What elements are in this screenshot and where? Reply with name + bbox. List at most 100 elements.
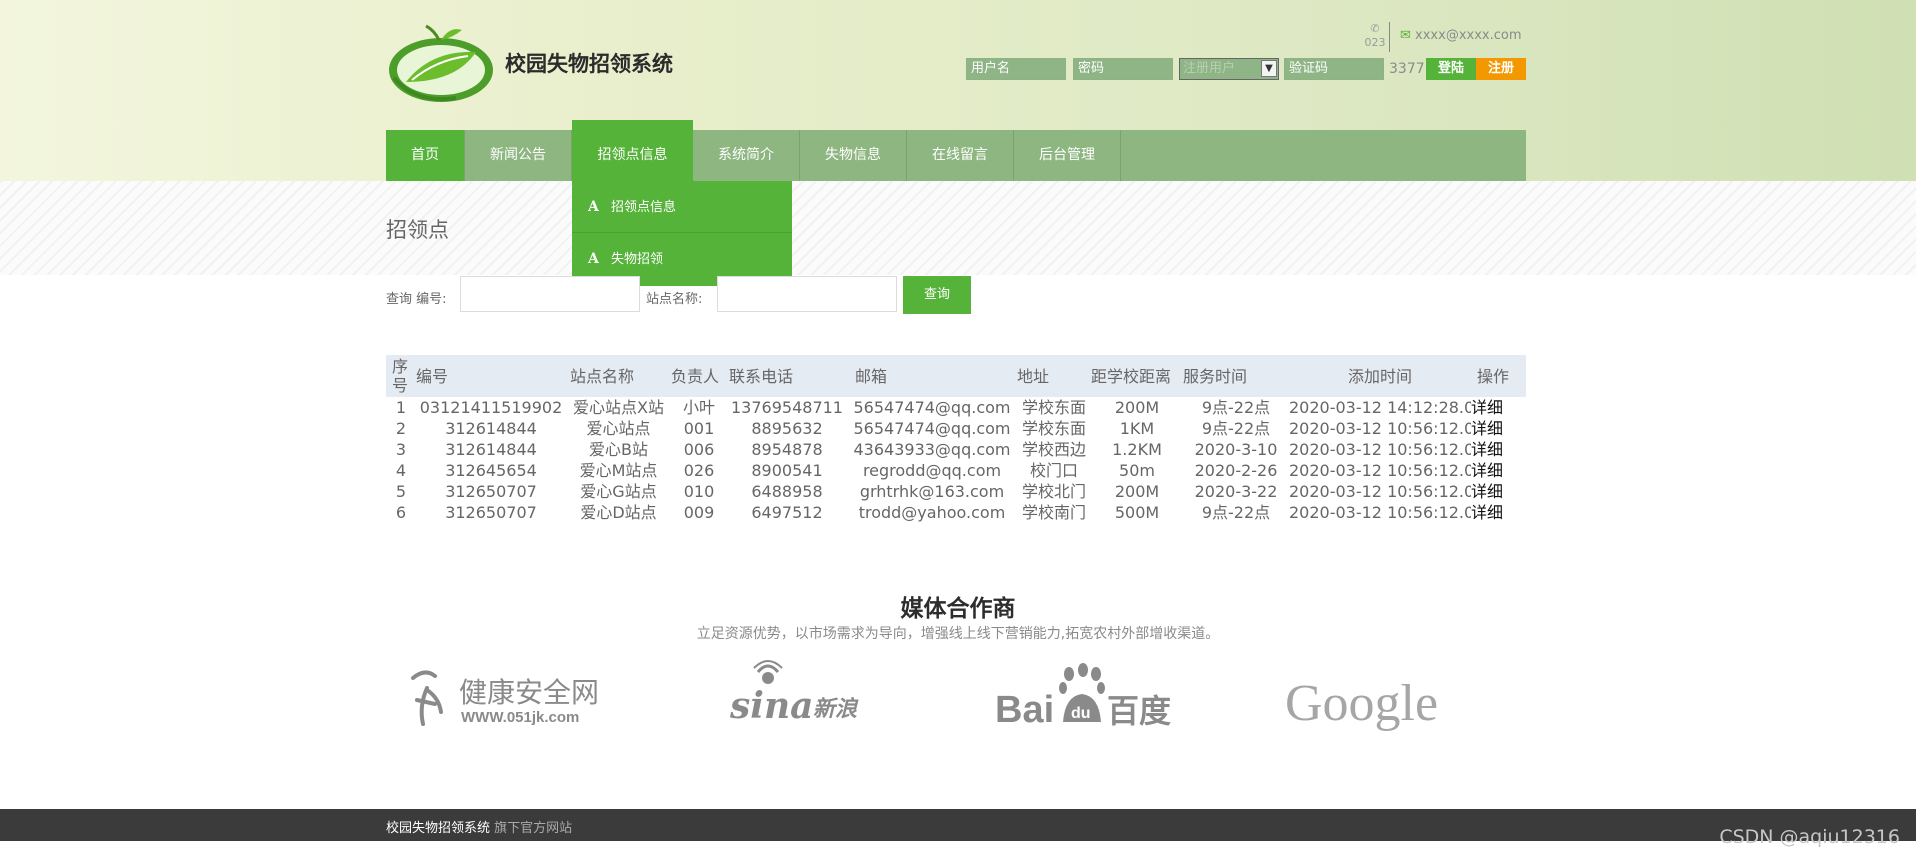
cell-id: 312650707 xyxy=(445,503,537,522)
nav-admin[interactable]: 后台管理 xyxy=(1014,130,1121,181)
login-button[interactable]: 登陆 xyxy=(1426,58,1476,80)
captcha-input[interactable]: 验证码 xyxy=(1284,58,1384,80)
site-title: 校园失物招领系统 xyxy=(505,52,673,76)
contact-divider xyxy=(1389,22,1390,52)
detail-link[interactable]: 详细 xyxy=(1471,481,1526,502)
letter-a-icon: A xyxy=(588,199,599,215)
health-logo-url: WWW.051jk.com xyxy=(461,709,579,726)
detail-link[interactable]: 详细 xyxy=(1471,418,1526,439)
register-button[interactable]: 注册 xyxy=(1476,58,1526,80)
dropdown-item-pickup-info[interactable]: A 招领点信息 xyxy=(572,181,792,233)
col-header-distance: 距学校距离 xyxy=(1091,355,1183,397)
cell-phone: 6497512 xyxy=(751,503,823,522)
site-logo[interactable] xyxy=(386,20,496,108)
cell-email: trodd@yahoo.com xyxy=(858,503,1006,522)
letter-a-icon: A xyxy=(588,251,599,267)
nav-pickup-points[interactable]: 招领点信息 xyxy=(572,120,693,181)
cell-manager: 001 xyxy=(683,419,715,438)
cell-phone: 8895632 xyxy=(751,419,823,438)
cell-added: 2020-03-12 10:56:12.0 xyxy=(1289,482,1471,501)
search-name-label: 站点名称: xyxy=(646,292,703,307)
col-header-address: 地址 xyxy=(1017,355,1091,397)
cell-address: 学校西边 xyxy=(1021,440,1086,459)
detail-link[interactable]: 详细 xyxy=(1471,460,1526,481)
detail-link[interactable]: 详细 xyxy=(1471,397,1526,418)
email-text: xxxx@xxxx.com xyxy=(1415,28,1522,43)
cell-manager: 026 xyxy=(683,461,715,480)
captcha-code[interactable]: 3377 xyxy=(1389,61,1425,77)
cell-index: 4 xyxy=(395,461,407,480)
dropdown-item-label: 招领点信息 xyxy=(611,200,677,215)
csdn-watermark: CSDN @aqiu12316 xyxy=(1719,826,1900,848)
col-header-email: 邮箱 xyxy=(847,355,1017,397)
nav-home[interactable]: 首页 xyxy=(386,130,465,181)
cell-id: 312650707 xyxy=(445,482,537,501)
cell-address: 学校北门 xyxy=(1021,482,1086,501)
cell-added: 2020-03-12 10:56:12.0 xyxy=(1289,503,1471,522)
cell-address: 学校南门 xyxy=(1021,503,1086,522)
col-header-index: 序号 xyxy=(386,355,416,397)
cell-distance: 50m xyxy=(1119,461,1155,480)
sina-logo-cn: 新浪 xyxy=(813,696,859,722)
nav-about[interactable]: 系统简介 xyxy=(693,130,800,181)
sina-logo[interactable]: sina 新浪 xyxy=(728,660,873,740)
cell-service-time: 2020-3-22 xyxy=(1194,482,1278,501)
cell-phone: 6488958 xyxy=(751,482,823,501)
cell-added: 2020-03-12 10:56:12.0 xyxy=(1289,419,1471,438)
role-select[interactable]: 注册用户 ▼ xyxy=(1179,58,1279,80)
health-logo[interactable]: 健康安全网 WWW.051jk.com xyxy=(405,660,625,740)
nav-lost-items[interactable]: 失物信息 xyxy=(800,130,907,181)
cell-email: 43643933@qq.com xyxy=(853,440,1011,459)
footer-text: 校园失物招领系统 旗下官方网站 xyxy=(386,817,572,836)
col-header-phone: 联系电话 xyxy=(727,355,847,397)
cell-name: 爱心G站点 xyxy=(580,482,657,501)
cell-service-time: 2020-3-10 xyxy=(1194,440,1278,459)
envelope-icon: ✉ xyxy=(1400,28,1411,43)
cell-id: 312614844 xyxy=(445,440,537,459)
nav-messages[interactable]: 在线留言 xyxy=(907,130,1014,181)
col-header-manager: 负责人 xyxy=(671,355,727,397)
cell-email: regrodd@qq.com xyxy=(862,461,1002,480)
search-id-label: 查询 编号: xyxy=(386,292,447,307)
cell-id: 03121411519902 xyxy=(419,398,563,417)
cell-distance: 1KM xyxy=(1119,419,1155,438)
title-band xyxy=(0,181,1916,275)
cell-email: grhtrhk@163.com xyxy=(859,482,1005,501)
cell-distance: 200M xyxy=(1114,398,1160,417)
detail-link[interactable]: 详细 xyxy=(1471,502,1526,523)
footer-tagline: 旗下官方网站 xyxy=(490,821,573,836)
cell-distance: 1.2KM xyxy=(1112,440,1162,459)
cell-name: 爱心B站 xyxy=(589,440,648,459)
chevron-down-icon: ▼ xyxy=(1261,60,1277,77)
table-row: 4 312645654 爱心M站点 026 8900541 regrodd@qq… xyxy=(386,460,1526,481)
google-logo-text: Google xyxy=(1285,675,1438,732)
col-header-name: 站点名称 xyxy=(566,355,671,397)
cell-email: 56547474@qq.com xyxy=(853,398,1011,417)
cell-service-time: 2020-2-26 xyxy=(1194,461,1278,480)
cell-manager: 小叶 xyxy=(682,398,715,417)
footer-site-name[interactable]: 校园失物招领系统 xyxy=(386,821,490,836)
section-title: 招领点 xyxy=(386,218,449,242)
cell-phone: 8954878 xyxy=(751,440,823,459)
main-nav: 首页 新闻公告 招领点信息 系统简介 失物信息 在线留言 后台管理 xyxy=(386,120,1526,181)
baidu-logo[interactable]: Bai du 百度 xyxy=(995,660,1175,740)
cell-service-time: 9点-22点 xyxy=(1201,398,1271,417)
search-button[interactable]: 查询 xyxy=(903,276,971,314)
username-input[interactable]: 用户名 xyxy=(966,58,1066,80)
nav-news[interactable]: 新闻公告 xyxy=(465,130,572,181)
col-header-action: 操作 xyxy=(1471,355,1526,397)
google-logo[interactable]: Google xyxy=(1283,660,1458,740)
cell-name: 爱心站点X站 xyxy=(573,398,664,417)
email-contact[interactable]: ✉ xxxx@xxxx.com xyxy=(1400,28,1522,43)
cell-address: 校门口 xyxy=(1029,461,1078,480)
search-id-input[interactable] xyxy=(460,276,640,312)
table-row: 1 03121411519902 爱心站点X站 小叶 13769548711 5… xyxy=(386,397,1526,418)
cell-added: 2020-03-12 10:56:12.0 xyxy=(1289,461,1471,480)
table-row: 6 312650707 爱心D站点 009 6497512 trodd@yaho… xyxy=(386,502,1526,523)
cell-index: 2 xyxy=(395,419,407,438)
cell-index: 6 xyxy=(395,503,407,522)
search-name-input[interactable] xyxy=(717,276,897,312)
detail-link[interactable]: 详细 xyxy=(1471,439,1526,460)
password-input[interactable]: 密码 xyxy=(1073,58,1173,80)
cell-distance: 200M xyxy=(1114,482,1160,501)
